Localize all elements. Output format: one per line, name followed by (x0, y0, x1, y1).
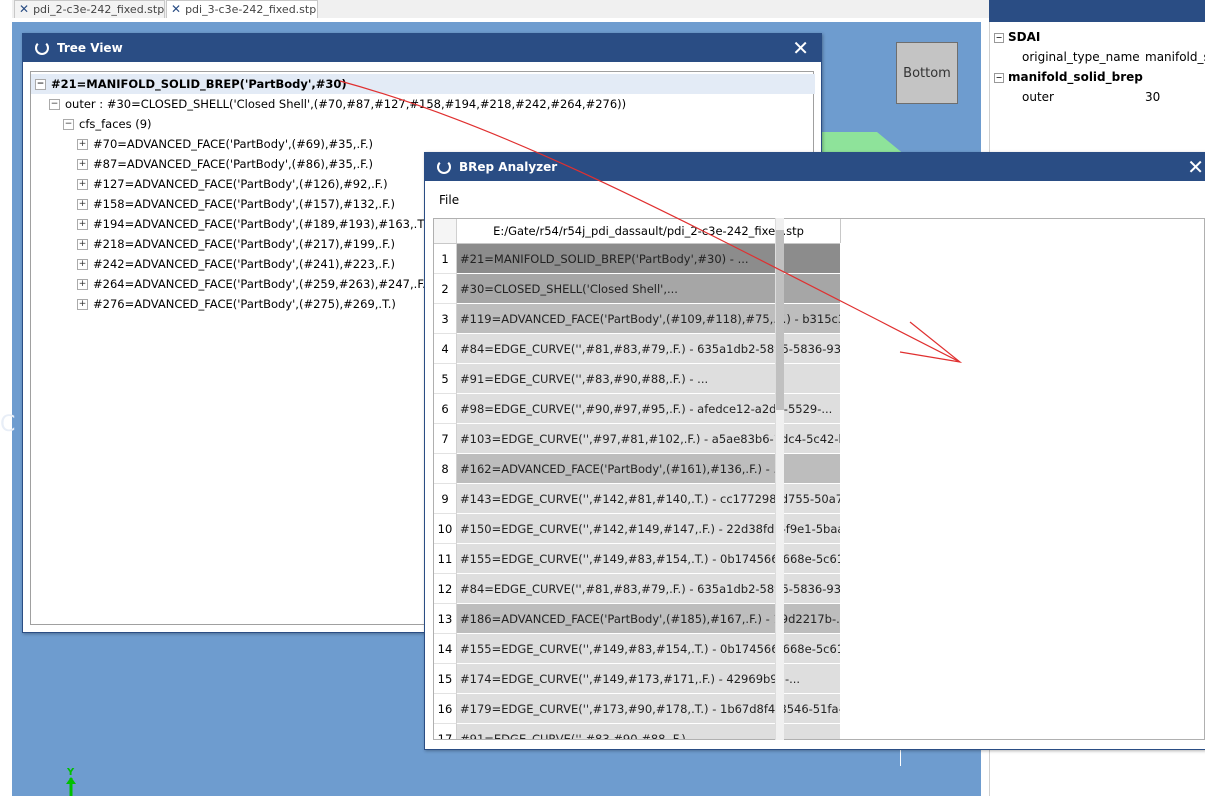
prop-section-sdai[interactable]: − SDAI (994, 27, 1040, 47)
view-cube-bottom-button[interactable]: Bottom (896, 42, 958, 104)
properties-header (989, 0, 1205, 22)
close-tab-icon[interactable]: ✕ (171, 2, 181, 16)
node-label: cfs_faces (9) (79, 117, 152, 131)
left-border (0, 0, 12, 796)
prop-row-original-type: original_type_name (1022, 47, 1140, 67)
expand-icon[interactable]: + (77, 299, 88, 310)
tree-node-outer[interactable]: − outer : #30=CLOSED_SHELL('Closed Shell'… (49, 94, 626, 114)
close-icon[interactable]: ✕ (1187, 153, 1204, 181)
row-number[interactable]: 9 (434, 484, 457, 514)
prop-key: original_type_name (1022, 50, 1140, 64)
prop-value-outer: 30 (1145, 87, 1160, 107)
prop-value: 30 (1145, 90, 1161, 104)
expand-icon[interactable]: + (77, 199, 88, 210)
expand-icon[interactable]: + (77, 239, 88, 250)
tree-node-face[interactable]: + #242=ADVANCED_FACE('PartBody',(#241),#2… (77, 254, 395, 274)
close-icon[interactable]: ✕ (792, 34, 809, 62)
tree-node-face[interactable]: + #218=ADVANCED_FACE('PartBody',(#217),#1… (77, 234, 395, 254)
node-label: #70=ADVANCED_FACE('PartBody',(#69),#35,.… (93, 137, 374, 151)
document-tabstrip: ✕ pdi_2-c3e-242_fixed.stp ✕ pdi_3-c3e-242_… (0, 0, 990, 18)
row-number[interactable]: 4 (434, 334, 457, 364)
viewport-glyph: C (0, 412, 16, 437)
row-number[interactable]: 8 (434, 454, 457, 484)
expand-icon[interactable]: + (77, 219, 88, 230)
tree-node-face[interactable]: + #158=ADVANCED_FACE('PartBody',(#157),#1… (77, 194, 395, 214)
node-label: #242=ADVANCED_FACE('PartBody',(#241),#22… (93, 257, 395, 271)
tab-pdi-2[interactable]: ✕ pdi_2-c3e-242_fixed.stp (14, 0, 165, 18)
tree-node-face[interactable]: + #87=ADVANCED_FACE('PartBody',(#86),#35,… (77, 154, 373, 174)
prop-section-brep[interactable]: − manifold_solid_brep (994, 67, 1143, 87)
section-label: manifold_solid_brep (1008, 70, 1143, 84)
menu-label: File (439, 193, 460, 207)
tree-node-face[interactable]: + #70=ADVANCED_FACE('PartBody',(#69),#35,… (77, 134, 373, 154)
collapse-icon[interactable]: − (35, 79, 46, 90)
axis-label: Y (66, 767, 75, 778)
collapse-icon[interactable]: − (994, 32, 1004, 43)
brep-analyzer-titlebar[interactable]: BRep Analyzer ✕ (425, 153, 1205, 181)
collapse-icon[interactable]: − (63, 119, 74, 130)
expand-icon[interactable]: + (77, 259, 88, 270)
row-number[interactable]: 3 (434, 304, 457, 334)
row-number[interactable]: 17 (434, 724, 457, 739)
collapse-icon[interactable]: − (994, 72, 1004, 83)
prop-key: outer (1022, 90, 1054, 104)
node-label: #87=ADVANCED_FACE('PartBody',(#86),#35,.… (93, 157, 374, 171)
node-label: #127=ADVANCED_FACE('PartBody',(#126),#92… (93, 177, 388, 191)
tree-view-titlebar[interactable]: Tree View ✕ (23, 34, 821, 62)
row-number[interactable]: 2 (434, 274, 457, 304)
expand-icon[interactable]: + (77, 179, 88, 190)
expand-icon[interactable]: + (77, 279, 88, 290)
row-number[interactable]: 5 (434, 364, 457, 394)
app-icon (35, 40, 49, 55)
row-number[interactable]: 14 (434, 634, 457, 664)
tree-node-cfs-faces[interactable]: − cfs_faces (9) (63, 114, 152, 134)
view-cube-label: Bottom (903, 65, 951, 81)
close-tab-icon[interactable]: ✕ (19, 2, 29, 16)
row-number[interactable]: 13 (434, 604, 457, 634)
row-number[interactable]: 15 (434, 664, 457, 694)
brep-table: E:/Gate/r54/r54j_pdi_dassault/pdi_2-c3e-… (433, 218, 1205, 740)
row-number[interactable]: 12 (434, 574, 457, 604)
dialog-title: BRep Analyzer (459, 160, 558, 174)
row-number[interactable]: 1 (434, 244, 457, 274)
expand-icon[interactable]: + (77, 159, 88, 170)
scrollbar-thumb[interactable] (776, 230, 784, 410)
section-label: SDAI (1008, 30, 1041, 44)
vertical-scrollbar[interactable] (775, 218, 784, 740)
tree-node-face[interactable]: + #194=ADVANCED_FACE('PartBody',(#189,#19… (77, 214, 431, 234)
node-label: #276=ADVANCED_FACE('PartBody',(#275),#26… (93, 297, 396, 311)
row-number[interactable]: 11 (434, 544, 457, 574)
tab-label: pdi_3-c3e-242_fixed.stp (185, 3, 317, 16)
viewport-tick (900, 750, 901, 766)
tab-label: pdi_2-c3e-242_fixed.stp (33, 3, 165, 16)
row-number[interactable]: 16 (434, 694, 457, 724)
node-label: #218=ADVANCED_FACE('PartBody',(#217),#19… (93, 237, 395, 251)
table-corner[interactable] (434, 219, 457, 243)
row-number[interactable]: 7 (434, 424, 457, 454)
menu-file[interactable]: File (439, 193, 459, 207)
prop-value: manifold_sc (1145, 50, 1205, 64)
row-number[interactable]: 10 (434, 514, 457, 544)
collapse-icon[interactable]: − (49, 99, 60, 110)
node-label: #264=ADVANCED_FACE('PartBody',(#259,#263… (93, 277, 431, 291)
row-number[interactable]: 6 (434, 394, 457, 424)
tab-pdi-3[interactable]: ✕ pdi_3-c3e-242_fixed.stp (166, 0, 318, 18)
brep-analyzer-dialog: BRep Analyzer ✕ File E:/Gate/r54/r54j_pd… (424, 152, 1205, 750)
node-label: outer : #30=CLOSED_SHELL('Closed Shell',… (65, 97, 627, 111)
prop-row-outer: outer (1022, 87, 1054, 107)
node-label: #194=ADVANCED_FACE('PartBody',(#189,#193… (93, 217, 432, 231)
app-icon (437, 159, 451, 174)
tree-node-root[interactable]: − #21=MANIFOLD_SOLID_BREP('PartBody',#30) (31, 74, 815, 94)
tree-node-face[interactable]: + #264=ADVANCED_FACE('PartBody',(#259,#26… (77, 274, 430, 294)
node-label: #158=ADVANCED_FACE('PartBody',(#157),#13… (93, 197, 395, 211)
tree-node-face[interactable]: + #127=ADVANCED_FACE('PartBody',(#126),#9… (77, 174, 388, 194)
y-axis-icon: Y (66, 767, 76, 796)
prop-value-original-type: manifold_sc (1145, 47, 1205, 67)
node-label: #21=MANIFOLD_SOLID_BREP('PartBody',#30) (51, 77, 347, 91)
tree-node-face[interactable]: + #276=ADVANCED_FACE('PartBody',(#275),#2… (77, 294, 396, 314)
expand-icon[interactable]: + (77, 139, 88, 150)
dialog-title: Tree View (57, 41, 123, 55)
